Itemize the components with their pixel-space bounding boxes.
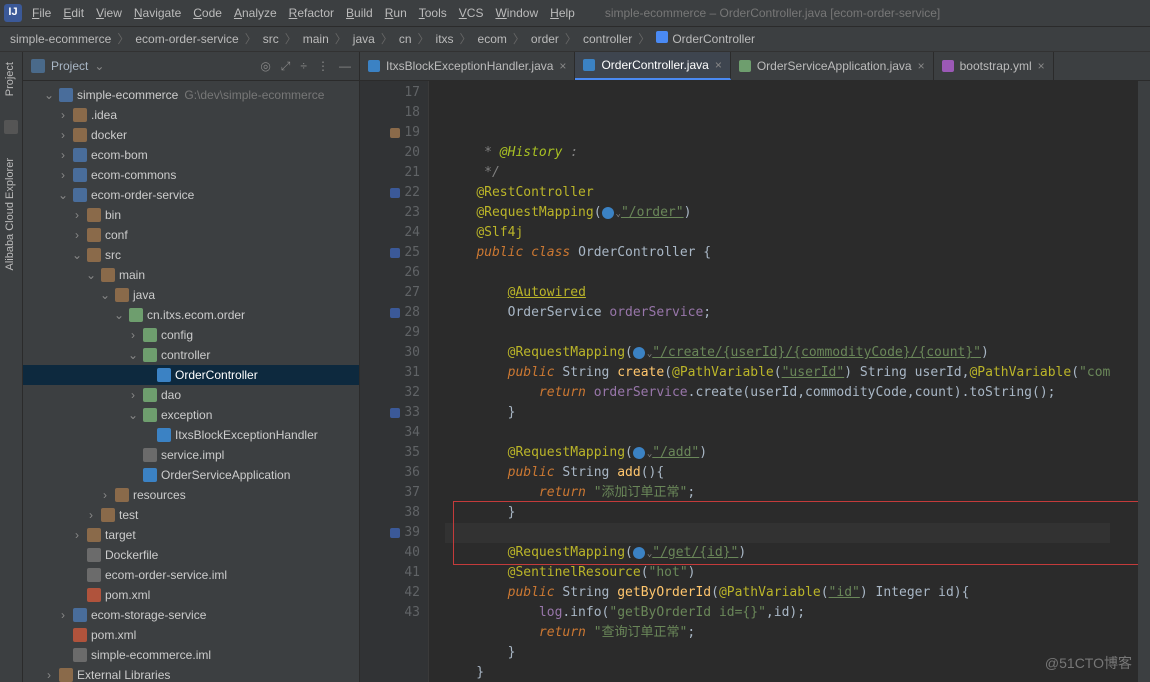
project-view-icon bbox=[31, 59, 45, 73]
crumb[interactable]: main bbox=[303, 31, 329, 48]
editor-area: ItxsBlockExceptionHandler.java×OrderCont… bbox=[360, 52, 1150, 682]
tree-node[interactable]: ›External Libraries bbox=[23, 665, 359, 682]
menubar: IJ FileEditViewNavigateCodeAnalyzeRefact… bbox=[0, 0, 1150, 27]
tree-node[interactable]: ⌄src bbox=[23, 245, 359, 265]
crumb[interactable]: order bbox=[531, 31, 559, 48]
editor-tab[interactable]: OrderController.java× bbox=[575, 52, 730, 80]
tree-node[interactable]: ›ecom-commons bbox=[23, 165, 359, 185]
tree-node[interactable]: ›.idea bbox=[23, 105, 359, 125]
crumb[interactable]: OrderController bbox=[656, 31, 755, 48]
tool-icon[interactable] bbox=[4, 120, 18, 134]
tree-node[interactable]: OrderController bbox=[23, 365, 359, 385]
crumb[interactable]: ecom bbox=[478, 31, 507, 48]
crumb[interactable]: cn bbox=[399, 31, 412, 48]
code-editor[interactable]: 1718192021222324252627282930313233343536… bbox=[360, 81, 1150, 682]
tree-node[interactable]: ›config bbox=[23, 325, 359, 345]
tree-node[interactable]: ›bin bbox=[23, 205, 359, 225]
menu-refactor[interactable]: Refactor bbox=[283, 3, 340, 24]
code-lines[interactable]: * @History : */ @RestController @Request… bbox=[429, 81, 1110, 682]
crumb[interactable]: java bbox=[353, 31, 375, 48]
close-icon[interactable]: × bbox=[1038, 58, 1045, 75]
crumb[interactable]: controller bbox=[583, 31, 632, 48]
menu-build[interactable]: Build bbox=[340, 3, 379, 24]
menu-tools[interactable]: Tools bbox=[413, 3, 453, 24]
app-logo-icon: IJ bbox=[4, 4, 22, 22]
hide-icon[interactable]: — bbox=[339, 58, 351, 75]
crumb[interactable]: simple-ecommerce bbox=[10, 31, 111, 48]
close-icon[interactable]: × bbox=[715, 57, 722, 74]
sidebar-title[interactable]: Project bbox=[51, 58, 88, 75]
tree-node[interactable]: ItxsBlockExceptionHandler bbox=[23, 425, 359, 445]
file-icon bbox=[583, 59, 595, 71]
file-icon bbox=[942, 60, 954, 72]
tree-node[interactable]: service.impl bbox=[23, 445, 359, 465]
tree-node[interactable]: ⌄java bbox=[23, 285, 359, 305]
menu-navigate[interactable]: Navigate bbox=[128, 3, 187, 24]
tree-node[interactable]: ›conf bbox=[23, 225, 359, 245]
collapse-icon[interactable]: ÷ bbox=[300, 58, 307, 75]
menu-window[interactable]: Window bbox=[489, 3, 544, 24]
breadcrumb: simple-ecommerce〉ecom-order-service〉src〉… bbox=[0, 27, 1150, 52]
file-icon bbox=[739, 60, 751, 72]
menu-file[interactable]: File bbox=[26, 3, 57, 24]
window-title: simple-ecommerce – OrderController.java … bbox=[605, 5, 940, 22]
tree-node[interactable]: ›test bbox=[23, 505, 359, 525]
tree-node[interactable]: ⌄controller bbox=[23, 345, 359, 365]
menu-analyze[interactable]: Analyze bbox=[228, 3, 283, 24]
tree-node[interactable]: ›resources bbox=[23, 485, 359, 505]
tree-node[interactable]: ⌄main bbox=[23, 265, 359, 285]
crumb[interactable]: src bbox=[263, 31, 279, 48]
tree-node[interactable]: ›dao bbox=[23, 385, 359, 405]
tree-node[interactable]: ⌄simple-ecommerceG:\dev\simple-ecommerce bbox=[23, 85, 359, 105]
tree-node[interactable]: OrderServiceApplication bbox=[23, 465, 359, 485]
menu-code[interactable]: Code bbox=[187, 3, 228, 24]
close-icon[interactable]: × bbox=[559, 58, 566, 75]
tree-node[interactable]: ›ecom-bom bbox=[23, 145, 359, 165]
project-sidebar: Project ⌄ ◎ ⤢ ÷ ⋮ — ⌄simple-ecommerceG:\… bbox=[23, 52, 360, 682]
target-icon[interactable]: ◎ bbox=[260, 58, 270, 75]
expand-icon[interactable]: ⤢ bbox=[281, 58, 291, 75]
settings-icon[interactable]: ⋮ bbox=[317, 58, 329, 75]
crumb[interactable]: itxs bbox=[436, 31, 454, 48]
project-tree[interactable]: ⌄simple-ecommerceG:\dev\simple-ecommerce… bbox=[23, 81, 359, 682]
tree-node[interactable]: pom.xml bbox=[23, 625, 359, 645]
tree-node[interactable]: ⌄cn.itxs.ecom.order bbox=[23, 305, 359, 325]
tree-node[interactable]: ecom-order-service.iml bbox=[23, 565, 359, 585]
file-icon bbox=[368, 60, 380, 72]
watermark: @51CTO博客 bbox=[1045, 654, 1132, 674]
menu-vcs[interactable]: VCS bbox=[453, 3, 490, 24]
editor-scrollbar[interactable] bbox=[1138, 81, 1150, 682]
editor-tabs: ItxsBlockExceptionHandler.java×OrderCont… bbox=[360, 52, 1150, 81]
editor-tab[interactable]: OrderServiceApplication.java× bbox=[731, 52, 934, 80]
crumb[interactable]: ecom-order-service bbox=[135, 31, 238, 48]
tree-node[interactable]: ⌄ecom-order-service bbox=[23, 185, 359, 205]
tool-project[interactable]: Project bbox=[3, 58, 18, 100]
menu-help[interactable]: Help bbox=[544, 3, 581, 24]
close-icon[interactable]: × bbox=[918, 58, 925, 75]
tree-node[interactable]: ›target bbox=[23, 525, 359, 545]
left-tool-strip: Project Alibaba Cloud Explorer bbox=[0, 52, 23, 682]
tree-node[interactable]: ⌄exception bbox=[23, 405, 359, 425]
tree-node[interactable]: ›ecom-storage-service bbox=[23, 605, 359, 625]
menu-edit[interactable]: Edit bbox=[57, 3, 90, 24]
gutter: 1718192021222324252627282930313233343536… bbox=[360, 81, 429, 682]
tree-node[interactable]: pom.xml bbox=[23, 585, 359, 605]
editor-tab[interactable]: ItxsBlockExceptionHandler.java× bbox=[360, 52, 575, 80]
tool-alibaba-cloud[interactable]: Alibaba Cloud Explorer bbox=[3, 154, 18, 275]
chevron-down-icon[interactable]: ⌄ bbox=[94, 58, 104, 75]
menu-view[interactable]: View bbox=[90, 3, 128, 24]
menu-run[interactable]: Run bbox=[379, 3, 413, 24]
tree-node[interactable]: Dockerfile bbox=[23, 545, 359, 565]
tree-node[interactable]: ›docker bbox=[23, 125, 359, 145]
editor-tab[interactable]: bootstrap.yml× bbox=[934, 52, 1054, 80]
tree-node[interactable]: simple-ecommerce.iml bbox=[23, 645, 359, 665]
